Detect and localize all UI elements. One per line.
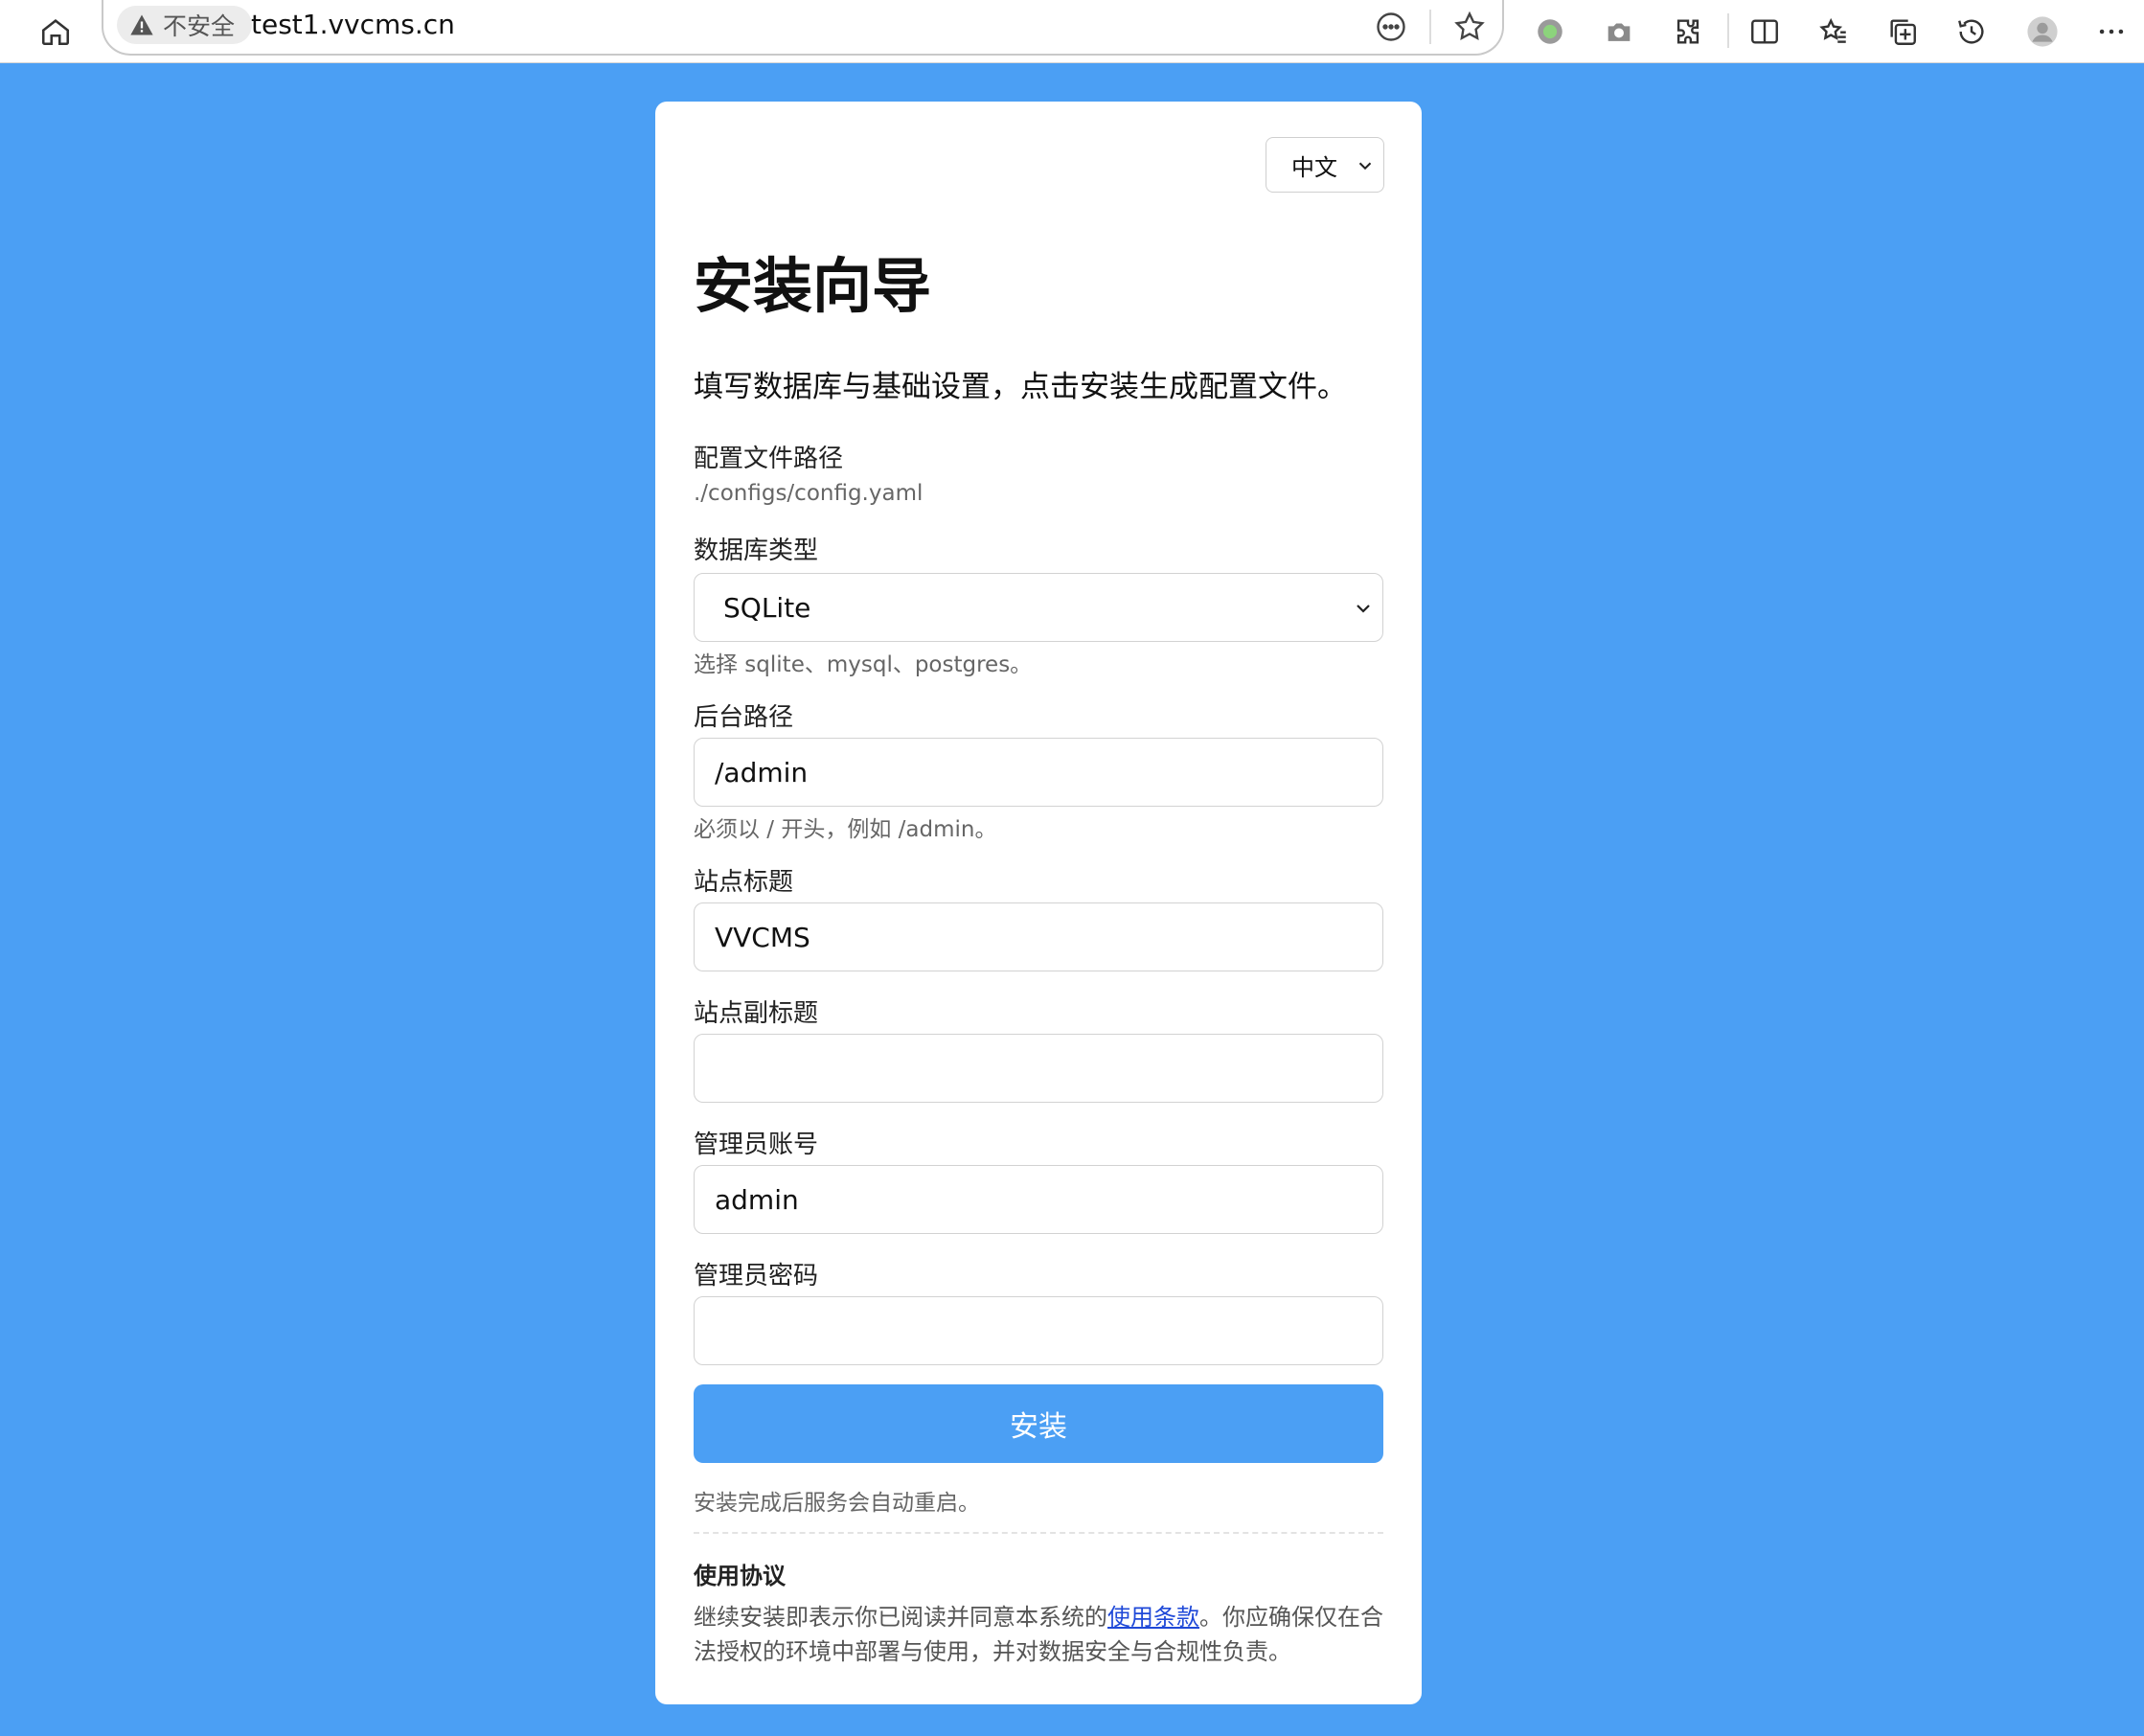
divider xyxy=(694,1532,1383,1534)
db-type-select[interactable]: SQLite xyxy=(694,573,1383,642)
page-subtitle: 填写数据库与基础设置，点击安装生成配置文件。 xyxy=(694,370,1347,404)
home-icon[interactable] xyxy=(31,7,80,57)
admin-path-hint: 必须以 / 开头，例如 /admin。 xyxy=(694,817,997,842)
profile-avatar-icon[interactable] xyxy=(2018,7,2067,57)
admin-path-label: 后台路径 xyxy=(694,703,794,732)
chevron-down-icon xyxy=(1357,605,1370,613)
warning-icon xyxy=(130,14,153,35)
extensions-icon[interactable] xyxy=(1663,7,1713,57)
terms-link[interactable]: 使用条款 xyxy=(1107,1604,1199,1631)
admin-password-label: 管理员密码 xyxy=(694,1262,819,1291)
config-path-value: ./configs/config.yaml xyxy=(694,481,924,506)
db-type-hint: 选择 sqlite、mysql、postgres。 xyxy=(694,652,1033,677)
security-label: 不安全 xyxy=(163,12,236,40)
admin-account-label: 管理员账号 xyxy=(694,1131,819,1159)
terms-heading: 使用协议 xyxy=(694,1563,786,1589)
site-title-label: 站点标题 xyxy=(694,868,794,897)
admin-account-input[interactable]: admin xyxy=(694,1165,1383,1234)
more-options-icon[interactable] xyxy=(1368,4,1414,50)
terms-text: 继续安装即表示你已阅读并同意本系统的使用条款。你应确保仅在合法授权的环境中部署与… xyxy=(694,1600,1385,1669)
admin-path-value: /admin xyxy=(715,756,809,788)
divider xyxy=(1429,10,1431,44)
install-button[interactable]: 安装 xyxy=(694,1384,1383,1463)
camera-icon[interactable] xyxy=(1594,7,1644,57)
site-subtitle-label: 站点副标题 xyxy=(694,999,819,1028)
site-subtitle-input[interactable] xyxy=(694,1034,1383,1103)
divider xyxy=(1727,13,1729,48)
install-note: 安装完成后服务会自动重启。 xyxy=(694,1491,980,1516)
db-type-value: SQLite xyxy=(723,591,811,624)
admin-password-input[interactable] xyxy=(694,1296,1383,1365)
favorites-icon[interactable] xyxy=(1809,7,1859,57)
address-bar[interactable]: 不安全 test1.vvcms.cn xyxy=(102,0,1504,56)
extension-status-icon[interactable] xyxy=(1525,7,1575,57)
favorite-star-icon[interactable] xyxy=(1447,4,1493,50)
language-select[interactable]: 中文 xyxy=(1266,137,1384,193)
page-title: 安装向导 xyxy=(694,251,932,321)
terms-text-before: 继续安装即表示你已阅读并同意本系统的 xyxy=(694,1604,1107,1631)
install-card: 中文 安装向导 填写数据库与基础设置，点击安装生成配置文件。 配置文件路径 ./… xyxy=(655,102,1422,1704)
admin-account-value: admin xyxy=(715,1183,799,1216)
security-indicator[interactable]: 不安全 xyxy=(117,6,253,44)
site-title-value: VVCMS xyxy=(715,921,810,953)
admin-path-input[interactable]: /admin xyxy=(694,738,1383,807)
split-screen-icon[interactable] xyxy=(1740,7,1790,57)
site-title-input[interactable]: VVCMS xyxy=(694,902,1383,971)
chevron-down-icon xyxy=(1358,162,1372,171)
browser-toolbar: 不安全 test1.vvcms.cn xyxy=(0,0,2144,63)
db-type-label: 数据库类型 xyxy=(694,537,819,565)
config-path-label: 配置文件路径 xyxy=(694,445,844,473)
url-text[interactable]: test1.vvcms.cn xyxy=(251,9,455,41)
language-value: 中文 xyxy=(1291,153,1337,181)
collections-icon[interactable] xyxy=(1878,7,1927,57)
history-icon[interactable] xyxy=(1947,7,1996,57)
menu-ellipsis-icon[interactable] xyxy=(2087,7,2136,57)
